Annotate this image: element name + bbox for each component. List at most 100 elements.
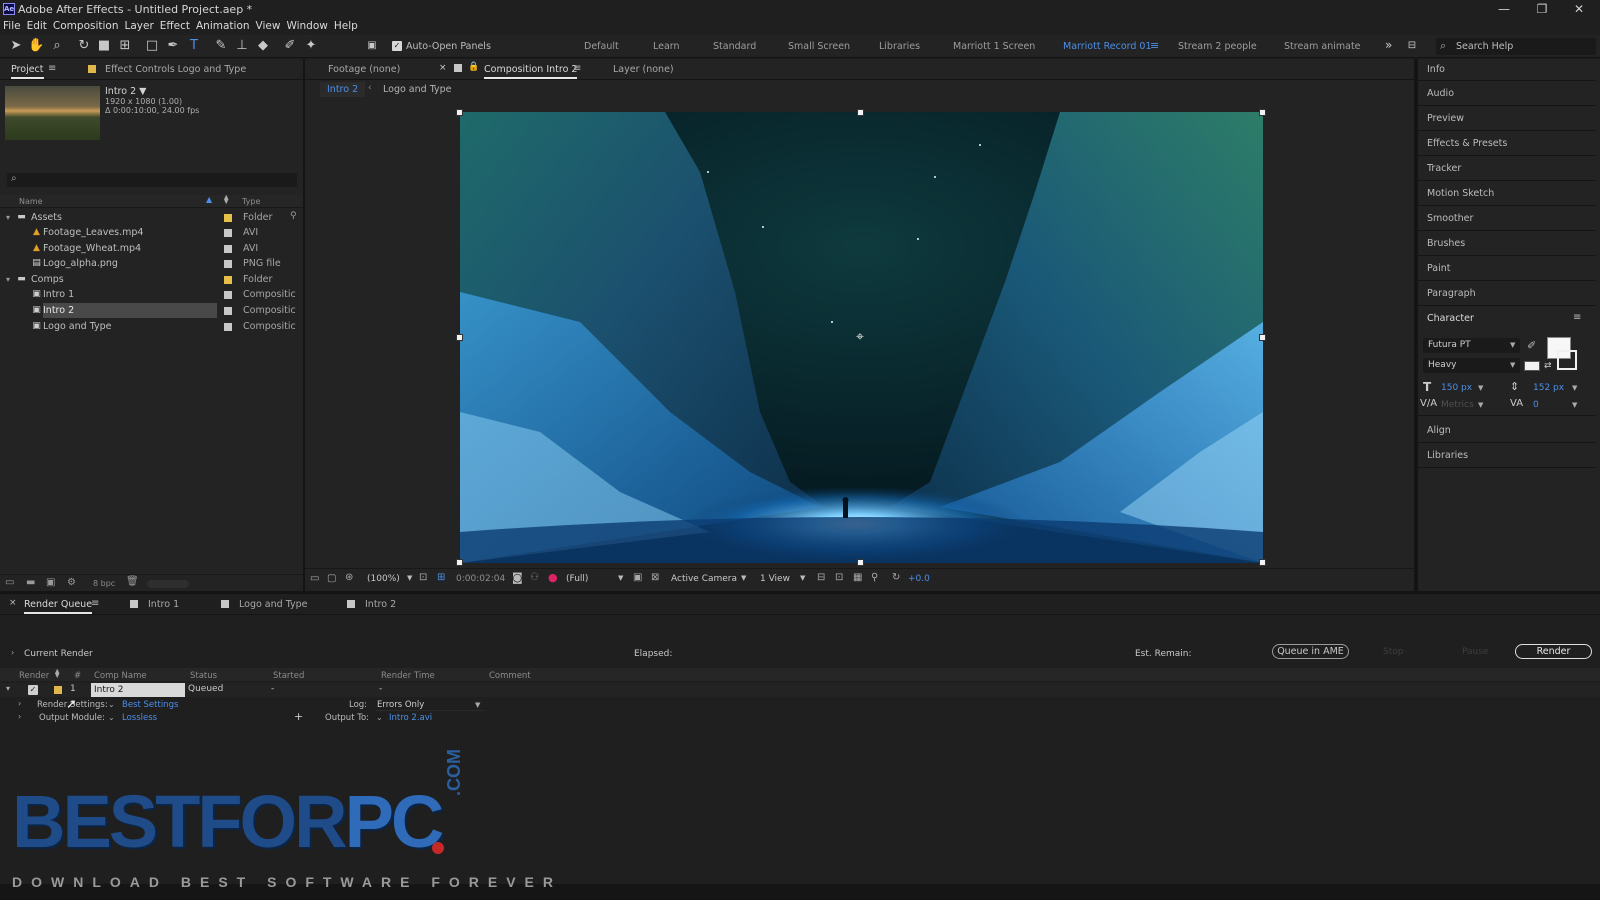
label-swatch-yellow[interactable] (54, 686, 62, 694)
label-swatch[interactable] (224, 323, 232, 331)
column-number-header[interactable]: # (74, 671, 81, 681)
search-help-field[interactable]: ⌕ Search Help (1436, 38, 1596, 55)
stroke-color-swatch[interactable] (1557, 350, 1577, 370)
column-comment-header[interactable]: Comment (489, 671, 531, 681)
breadcrumb-logo-and-type[interactable]: Logo and Type (383, 84, 452, 95)
render-settings-value[interactable]: Best Settings (122, 700, 178, 710)
breadcrumb-active[interactable]: Intro 2 (320, 82, 366, 97)
zoom-tool-icon[interactable]: ⌕ (49, 38, 65, 54)
panel-info[interactable]: Info (1427, 64, 1445, 75)
workspace-marriott-1-screen[interactable]: Marriott 1 Screen (953, 41, 1035, 52)
selection-tool-icon[interactable]: ➤ (8, 38, 24, 54)
menu-effect[interactable]: Effect (157, 19, 193, 32)
view-layout-dropdown[interactable]: 1 View (760, 574, 790, 584)
clone-stamp-tool-icon[interactable]: ⊥ (234, 38, 250, 54)
output-module-value[interactable]: Lossless (122, 713, 157, 723)
menu-layer[interactable]: Layer (122, 19, 157, 32)
snapshot-camera-icon[interactable]: ◙ (512, 571, 523, 584)
pen-tool-icon[interactable]: ✒ (165, 38, 181, 54)
queue-comp-name[interactable]: Intro 2 (91, 683, 185, 697)
panel-align[interactable]: Align (1427, 425, 1451, 436)
minimize-button[interactable]: — (1486, 1, 1522, 17)
panel-preview[interactable]: Preview (1427, 113, 1464, 124)
frame-handle-bottom-right[interactable] (1259, 559, 1266, 566)
timeline-icon[interactable]: ▦ (853, 572, 862, 583)
column-render-time-header[interactable]: Render Time (381, 671, 435, 681)
workspace-default[interactable]: Default (584, 41, 619, 52)
new-folder-icon[interactable]: ▬ (26, 577, 35, 588)
tab-composition[interactable]: Composition Intro 2 (484, 64, 578, 79)
reset-exposure-icon[interactable]: ↻ (892, 572, 900, 583)
render-queue-row[interactable]: ▾ ✓ 1 Intro 2 Queued - - (0, 683, 1600, 697)
chevron-down-icon[interactable]: ▼ (1572, 384, 1577, 392)
menu-window[interactable]: Window (283, 19, 330, 32)
camera-tool-icon[interactable]: ■ (96, 38, 112, 54)
label-column-tag-icon[interactable]: ⧫ (55, 669, 59, 679)
column-render-header[interactable]: Render (19, 671, 49, 681)
menu-animation[interactable]: Animation (193, 19, 253, 32)
panel-libraries[interactable]: Libraries (1427, 450, 1468, 461)
puppet-pin-tool-icon[interactable]: ✦ (303, 38, 319, 54)
tab-logo-and-type[interactable]: Logo and Type (239, 599, 308, 610)
tab-layer[interactable]: Layer (none) (613, 64, 674, 75)
frame-handle-top-center[interactable] (857, 109, 864, 116)
font-size-value[interactable]: 150 px (1441, 383, 1472, 393)
project-row-assets[interactable]: ▾ ▬ Assets Folder ⚲ (0, 210, 300, 225)
column-type-header[interactable]: Type (242, 197, 260, 206)
pan-behind-tool-icon[interactable]: ⊞ (117, 38, 133, 54)
stop-button[interactable]: Stop (1383, 647, 1403, 657)
label-swatch[interactable] (224, 245, 232, 253)
label-swatch[interactable] (224, 307, 232, 315)
transparency-grid-icon[interactable]: ⊞ (437, 572, 445, 583)
chevron-down-icon[interactable]: ⌄ (108, 700, 115, 709)
panel-effects-presets[interactable]: Effects & Presets (1427, 138, 1507, 149)
close-tab-icon[interactable]: × (9, 598, 17, 608)
label-swatch-yellow[interactable] (224, 276, 232, 284)
chevron-down-icon[interactable]: ▼ (1572, 401, 1577, 409)
tab-intro-2[interactable]: Intro 2 (365, 599, 396, 610)
display-icon[interactable]: ▢ (327, 573, 336, 584)
vr-goggles-icon[interactable]: ⊛ (345, 572, 353, 583)
thumbnail-size-slider[interactable] (147, 580, 189, 588)
project-row-comps[interactable]: ▾ ▬ Comps Folder (0, 272, 300, 287)
color-channels-icon[interactable]: ● (548, 571, 558, 584)
column-name-header[interactable]: Name (19, 197, 43, 206)
frame-handle-top-left[interactable] (456, 109, 463, 116)
chevron-down-icon[interactable]: ▼ (407, 574, 412, 582)
lock-icon[interactable]: 🔒 (468, 62, 479, 72)
always-preview-icon[interactable]: ▭ (310, 573, 319, 584)
close-window-button[interactable]: ✕ (1561, 1, 1597, 17)
roto-brush-tool-icon[interactable]: ✐ (282, 38, 298, 54)
column-comp-name-header[interactable]: Comp Name (94, 671, 147, 681)
workspace-libraries[interactable]: Libraries (879, 41, 920, 52)
trash-icon[interactable]: 🗑 (126, 576, 139, 587)
font-family-dropdown[interactable]: Futura PT ▼ (1423, 338, 1520, 353)
chevron-down-icon[interactable]: ▼ (741, 574, 746, 582)
workspace-menu-icon[interactable]: ≡ (1150, 39, 1159, 52)
expand-chevron-icon[interactable]: ▾ (6, 210, 10, 225)
brush-tool-icon[interactable]: ✎ (213, 38, 229, 54)
label-column-tag-icon[interactable]: ⧫ (224, 195, 228, 205)
close-tab-icon[interactable]: × (439, 63, 447, 73)
panel-toggle-icon[interactable]: ▣ (364, 38, 380, 54)
toggle-pixel-aspect-icon[interactable]: ⊟ (817, 572, 825, 583)
interpret-footage-icon[interactable]: ▭ (5, 577, 14, 588)
current-time-display[interactable]: 0:00:02:04 (456, 574, 505, 584)
leading-value[interactable]: 152 px (1533, 383, 1564, 393)
maximize-button[interactable]: ❐ (1524, 1, 1560, 17)
anchor-point-icon[interactable]: ⌖ (856, 329, 864, 345)
workspace-small-screen[interactable]: Small Screen (788, 41, 850, 52)
frame-handle-mid-left[interactable] (456, 334, 463, 341)
panel-paint[interactable]: Paint (1427, 263, 1451, 274)
project-row-footage-leaves[interactable]: ▲ Footage_Leaves.mp4 AVI (0, 225, 300, 240)
font-style-dropdown[interactable]: Heavy ▼ (1423, 358, 1520, 373)
tracking-value[interactable]: 0 (1533, 400, 1539, 410)
expand-chevron-icon[interactable]: › (11, 648, 14, 657)
pause-button[interactable]: Pause (1462, 647, 1488, 657)
project-row-logo-alpha[interactable]: ▤ Logo_alpha.png PNG file (0, 256, 300, 271)
hand-tool-icon[interactable]: ✋ (28, 38, 44, 54)
workspace-overflow-icon[interactable]: » (1385, 38, 1392, 52)
panel-brushes[interactable]: Brushes (1427, 238, 1465, 249)
render-checkbox[interactable]: ✓ (28, 685, 38, 695)
selected-item-name[interactable]: Intro 2 ▼ (105, 86, 146, 97)
